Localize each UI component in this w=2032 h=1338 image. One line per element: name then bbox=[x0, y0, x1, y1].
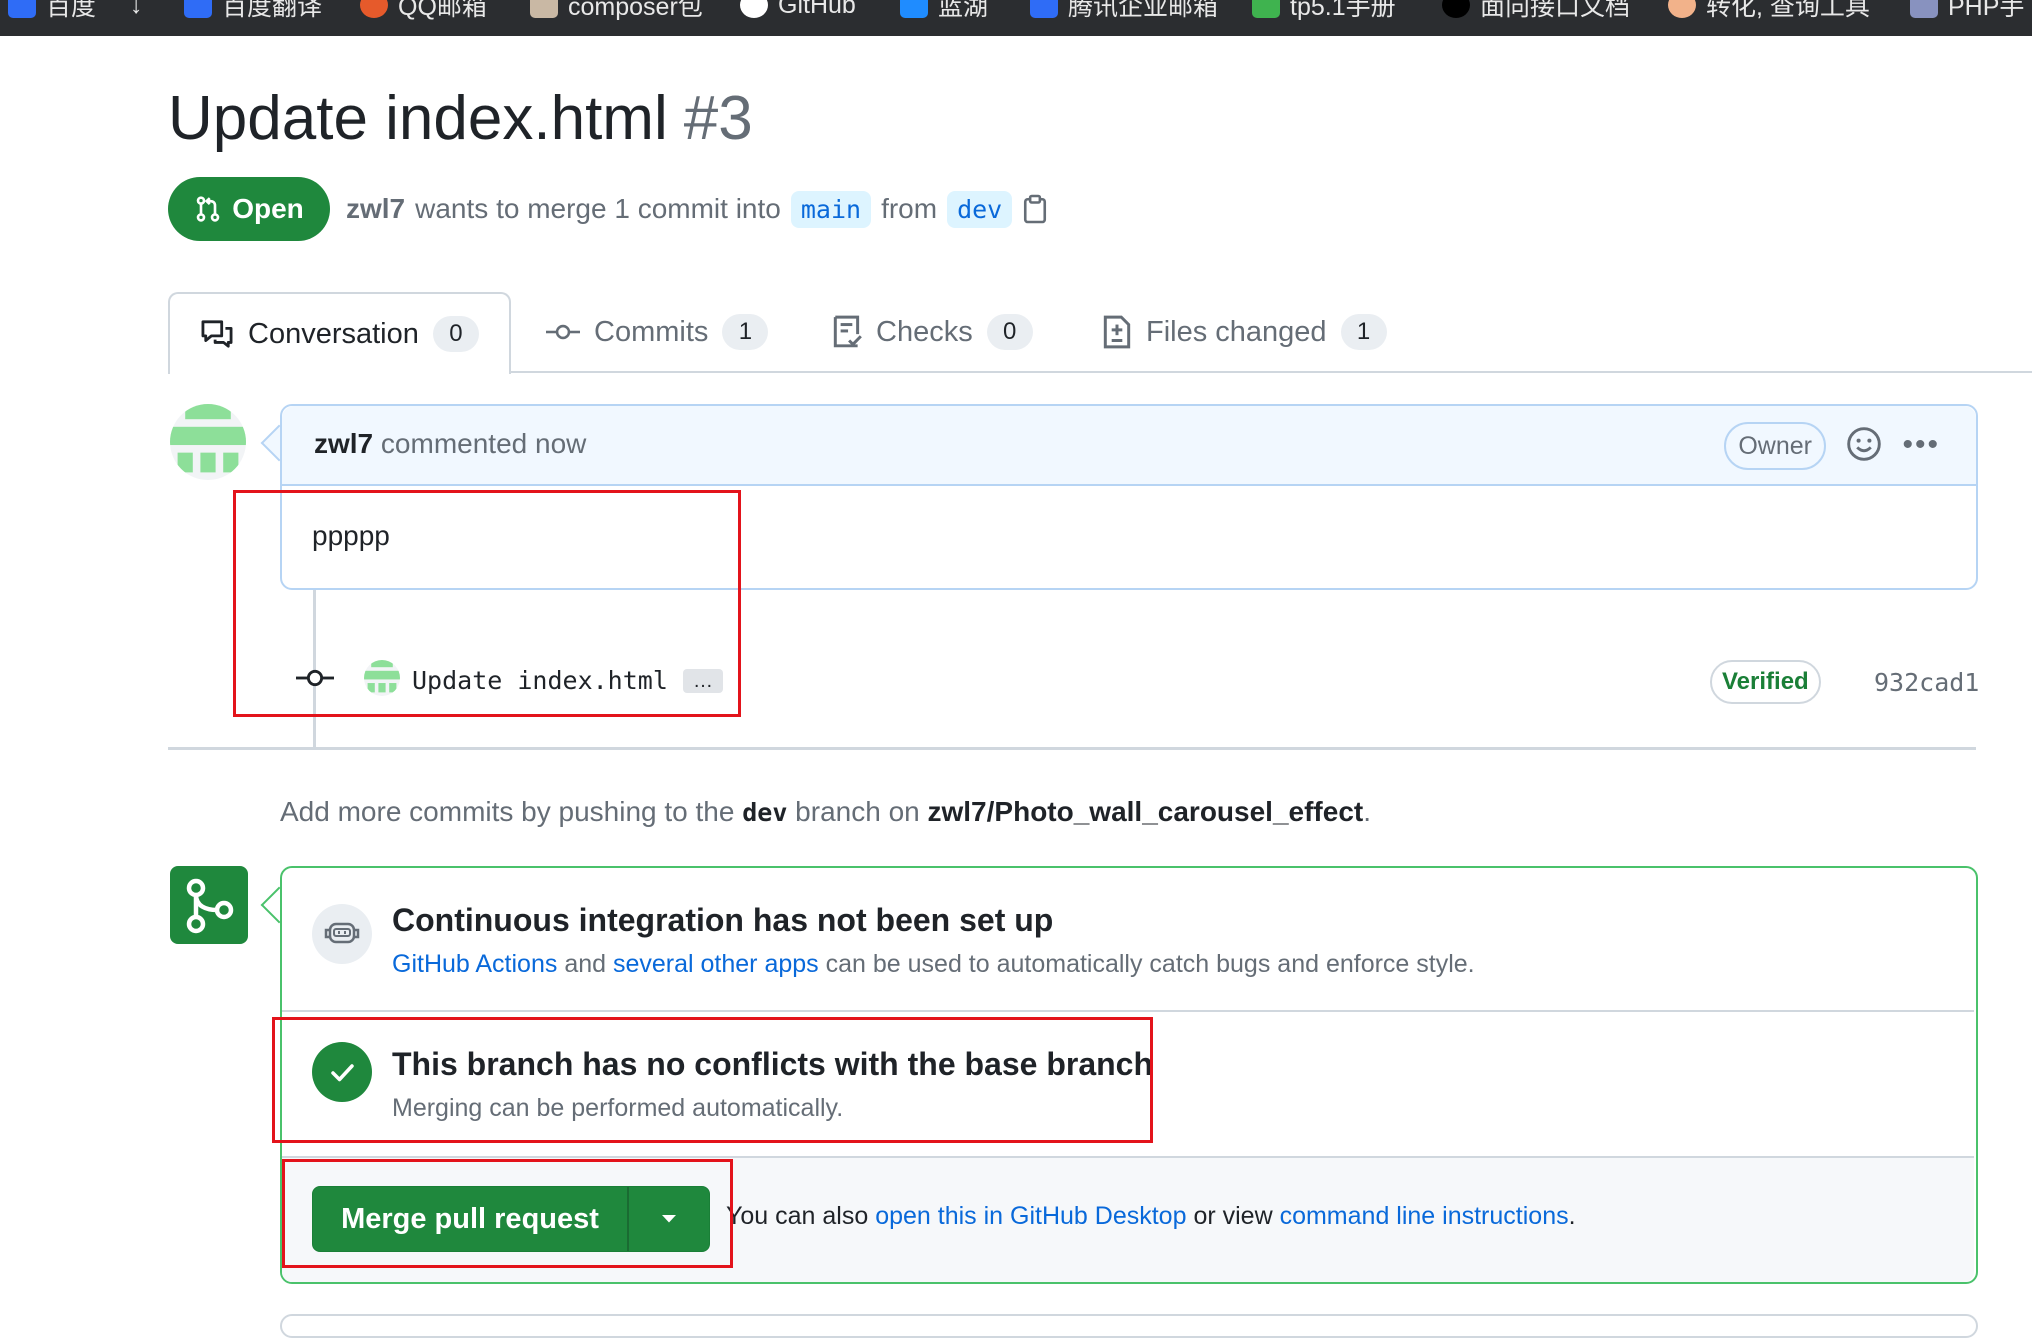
tab-commits[interactable]: Commits 1 bbox=[546, 292, 769, 372]
copy-icon[interactable] bbox=[1022, 194, 1048, 224]
state-badge: Open bbox=[168, 177, 330, 241]
git-merge-icon bbox=[186, 878, 234, 934]
annotation-box-comment bbox=[233, 490, 741, 717]
tab-conversation[interactable]: Conversation 0 bbox=[168, 292, 511, 374]
bookmark-lanhu[interactable]: 蓝湖 bbox=[900, 0, 988, 21]
identicon-image bbox=[170, 404, 246, 473]
pr-number: #3 bbox=[683, 84, 753, 153]
kebab-menu-icon[interactable]: ••• bbox=[1902, 428, 1940, 462]
chevron-down-icon: ↓ bbox=[130, 0, 143, 19]
merge-alt-middle: or view bbox=[1193, 1202, 1273, 1230]
comment-header: zwl7 commented now Owner ••• bbox=[282, 406, 1976, 486]
lanhu-icon bbox=[900, 0, 928, 18]
commit-icon bbox=[546, 324, 580, 340]
ci-description: GitHub Actions and several other apps ca… bbox=[392, 950, 1475, 979]
ci-rest-text: can be used to automatically catch bugs … bbox=[825, 950, 1475, 978]
from-text: from bbox=[881, 193, 938, 224]
merge-alt-prefix: You can also bbox=[726, 1202, 869, 1230]
base-branch[interactable]: main bbox=[790, 190, 872, 228]
baidu-translate-icon bbox=[184, 0, 212, 18]
file-diff-icon bbox=[1103, 315, 1131, 349]
bookmark-tp[interactable]: tp5.1手册 bbox=[1252, 0, 1396, 21]
merge-alt-suffix: . bbox=[1568, 1202, 1576, 1230]
bookmark-php[interactable]: PHP手 bbox=[1910, 0, 2024, 21]
tab-checks-label: Checks bbox=[876, 315, 973, 348]
tab-conversation-label: Conversation bbox=[248, 317, 419, 350]
bookmarks-bar: 百度 ↓ 百度翻译 QQ邮箱 composer包 GitHub 蓝湖 腾讯企业邮… bbox=[0, 0, 2032, 36]
checklist-icon bbox=[833, 315, 862, 348]
pull-request-icon bbox=[196, 196, 220, 222]
merge-box-divider bbox=[282, 1010, 1974, 1012]
bookmark-composer[interactable]: composer包 bbox=[530, 0, 703, 21]
comment-timestamp[interactable]: commented now bbox=[381, 428, 586, 459]
annotation-box-no-conflicts bbox=[272, 1017, 1153, 1143]
tab-checks[interactable]: Checks 0 bbox=[832, 292, 1033, 372]
github-actions-link[interactable]: GitHub Actions bbox=[392, 950, 557, 978]
comment-author-line: zwl7 commented now bbox=[314, 428, 586, 460]
tool-icon bbox=[1668, 0, 1696, 18]
composer-icon bbox=[530, 0, 558, 18]
smiley-icon[interactable] bbox=[1846, 426, 1882, 462]
qq-mail-icon bbox=[360, 0, 388, 18]
baidu-icon bbox=[8, 0, 36, 18]
bookmark-qq-mail[interactable]: QQ邮箱 bbox=[360, 0, 487, 21]
push-hint-middle: branch on bbox=[795, 796, 920, 827]
push-hint: Add more commits by pushing to the dev b… bbox=[280, 796, 1371, 828]
bookmark-tencent-mail[interactable]: 腾讯企业邮箱 bbox=[1030, 0, 1218, 21]
tab-files-changed-count: 1 bbox=[1340, 314, 1387, 350]
tab-checks-count: 0 bbox=[986, 314, 1033, 350]
pr-tabs: Conversation 0 Commits 1 Checks 0 Files … bbox=[168, 292, 2032, 374]
tab-commits-label: Commits bbox=[594, 315, 709, 348]
push-hint-repo: zwl7/Photo_wall_carousel_effect bbox=[927, 796, 1364, 827]
doc-icon bbox=[1442, 0, 1470, 18]
tab-files-changed-label: Files changed bbox=[1146, 315, 1327, 348]
ci-status-icon bbox=[312, 904, 372, 964]
tab-files-changed[interactable]: Files changed 1 bbox=[1102, 292, 1387, 372]
tp-icon bbox=[1252, 0, 1280, 18]
merge-alternatives: You can also open this in GitHub Desktop… bbox=[726, 1202, 1576, 1231]
bookmark-github[interactable]: GitHub bbox=[740, 0, 856, 20]
robot-icon bbox=[324, 922, 360, 944]
command-line-instructions-link[interactable]: command line instructions bbox=[1280, 1202, 1569, 1230]
bookmark-baidu[interactable]: 百度 bbox=[8, 0, 96, 21]
comment-author[interactable]: zwl7 bbox=[314, 428, 373, 459]
state-label: Open bbox=[232, 193, 304, 224]
bookmark-baidu-translate[interactable]: 百度翻译 bbox=[184, 0, 322, 21]
open-in-desktop-link[interactable]: open this in GitHub Desktop bbox=[875, 1202, 1186, 1230]
pr-author-link[interactable]: zwl7 bbox=[346, 193, 405, 225]
avatar[interactable] bbox=[170, 404, 246, 480]
owner-badge: Owner bbox=[1724, 422, 1826, 470]
merge-text: wants to merge 1 commit into bbox=[415, 193, 781, 224]
github-icon bbox=[740, 0, 768, 18]
annotation-box-merge-button bbox=[282, 1159, 733, 1268]
bookmark-menu-toggle[interactable]: ↓ bbox=[130, 0, 143, 20]
pr-title-text: Update index.html bbox=[168, 84, 668, 153]
tab-commits-count: 1 bbox=[722, 314, 769, 350]
page-title: Update index.html #3 bbox=[168, 82, 753, 156]
tab-conversation-count: 0 bbox=[432, 316, 479, 352]
merge-status-icon bbox=[170, 866, 248, 944]
tencent-mail-icon bbox=[1030, 0, 1058, 18]
push-hint-prefix: Add more commits by pushing to the bbox=[280, 796, 735, 827]
bookmark-tools[interactable]: 转化, 查询工具 bbox=[1668, 0, 1870, 21]
push-hint-suffix: . bbox=[1363, 796, 1371, 827]
commit-sha-link[interactable]: 932cad1 bbox=[1874, 668, 1979, 697]
next-timeline-item bbox=[280, 1314, 1978, 1338]
verified-badge[interactable]: Verified bbox=[1710, 660, 1821, 704]
php-icon bbox=[1910, 0, 1938, 18]
push-hint-branch: dev bbox=[742, 798, 788, 827]
head-branch[interactable]: dev bbox=[947, 190, 1013, 228]
ci-and-text: and bbox=[564, 950, 607, 978]
conversation-icon bbox=[201, 320, 233, 348]
other-apps-link[interactable]: several other apps bbox=[613, 950, 819, 978]
timeline-divider bbox=[168, 747, 1976, 750]
merge-info: zwl7 wants to merge 1 commit into main f… bbox=[346, 186, 1048, 232]
bookmark-interface-docs[interactable]: 面向接口文档 bbox=[1442, 0, 1630, 21]
ci-title: Continuous integration has not been set … bbox=[392, 902, 1054, 938]
